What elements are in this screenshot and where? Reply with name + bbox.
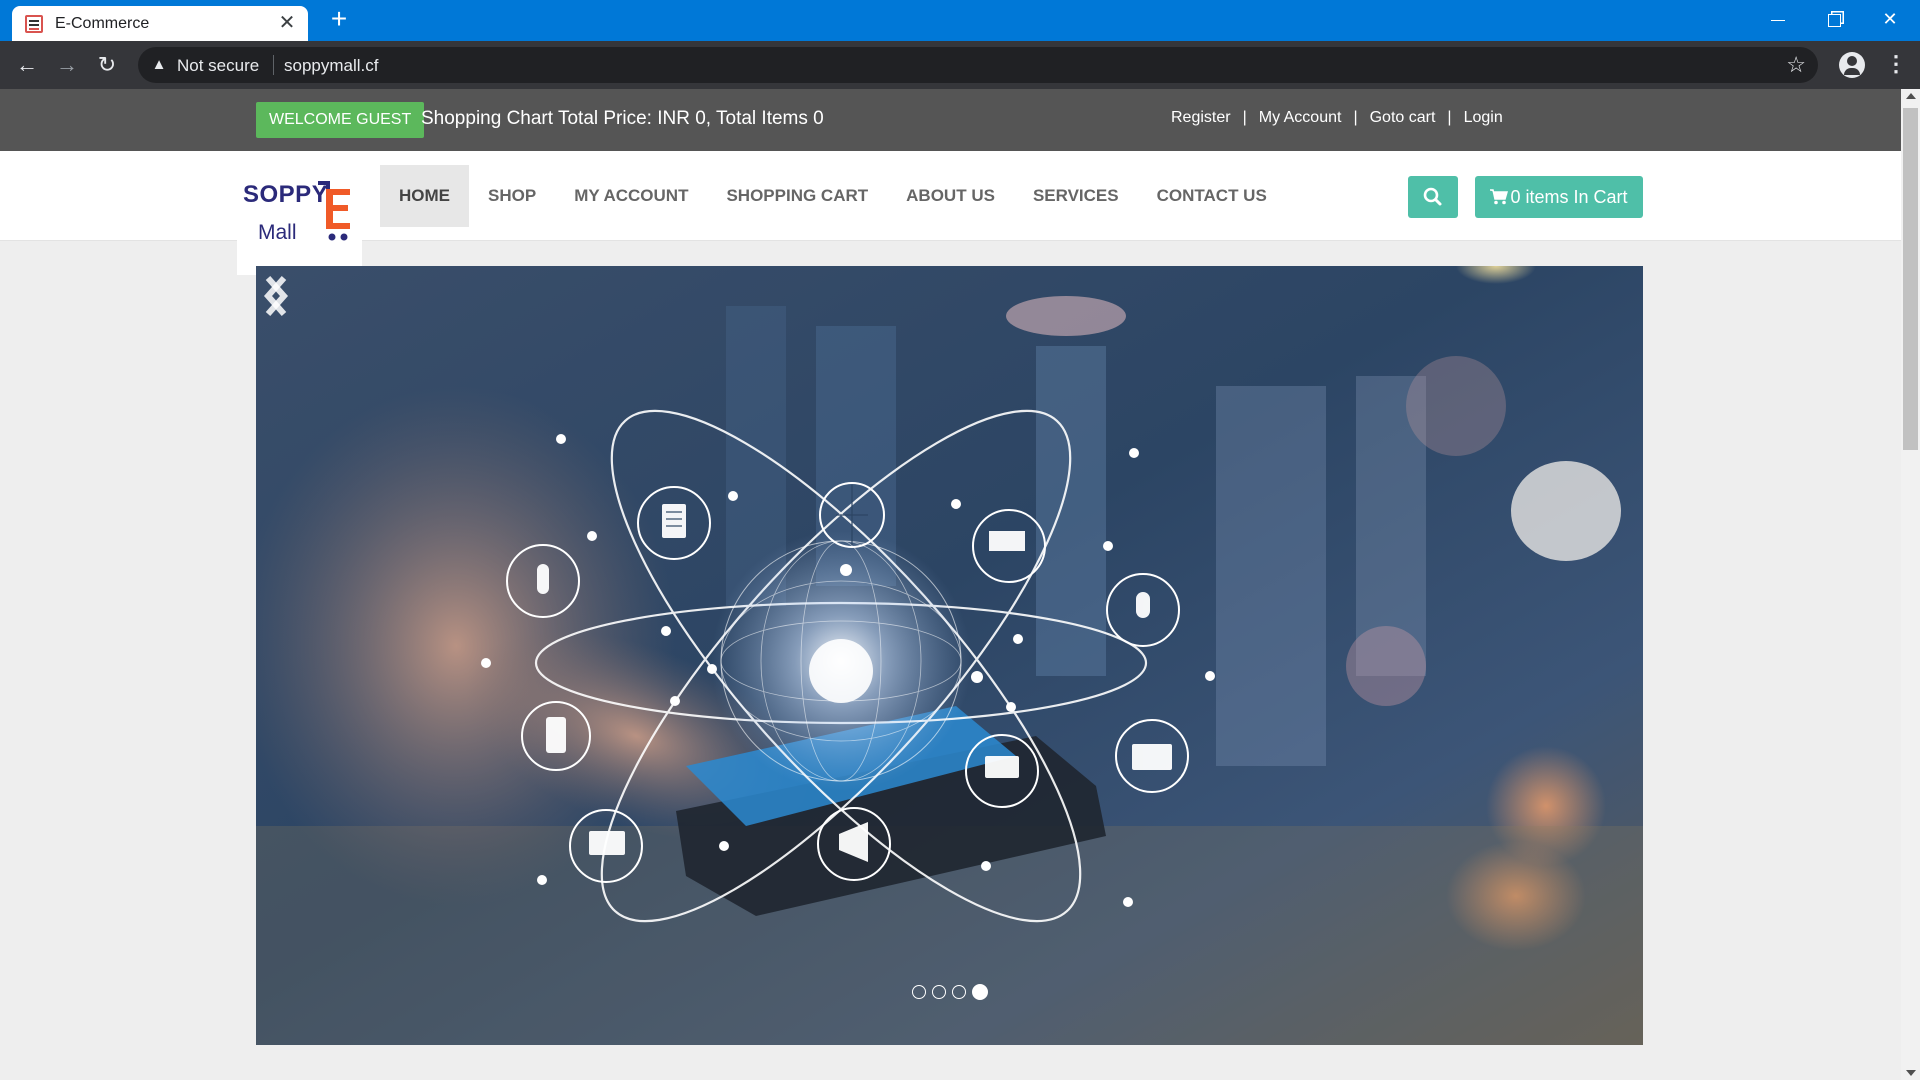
nav-about-us[interactable]: ABOUT US — [887, 165, 1014, 227]
window-close-button[interactable]: ✕ — [1862, 0, 1918, 40]
star-icon[interactable]: ☆ — [1786, 53, 1806, 77]
scroll-up-arrow-icon[interactable] — [1906, 93, 1916, 99]
my-account-link[interactable]: My Account — [1259, 109, 1342, 126]
plus-icon[interactable]: + — [325, 5, 353, 34]
cart-icon — [1490, 189, 1509, 205]
carousel-indicator-4[interactable] — [972, 984, 988, 1000]
cart-button-label: 0 items In Cart — [1510, 187, 1628, 207]
address-bar[interactable]: ▲ Not secure soppymall.cf ☆ — [138, 47, 1818, 83]
main-menu: HOME SHOP MY ACCOUNT SHOPPING CART ABOUT… — [380, 165, 1286, 227]
page-scrollbar[interactable] — [1901, 89, 1920, 1080]
search-icon — [1423, 187, 1442, 206]
link-separator: | — [1447, 109, 1452, 126]
browser-tab[interactable]: E-Commerce ✕ — [12, 6, 308, 41]
logo-text-soppy: SOPPY — [243, 181, 329, 208]
restore-button[interactable] — [1806, 0, 1862, 40]
tab-title: E-Commerce — [55, 15, 150, 32]
favicon-icon — [25, 15, 43, 33]
carousel-indicator-1[interactable] — [912, 985, 926, 999]
warning-icon[interactable]: ▲ — [150, 56, 168, 74]
login-link[interactable]: Login — [1464, 109, 1503, 126]
page-viewport: WELCOME GUEST Shopping Chart Total Price… — [0, 89, 1901, 1080]
logo-cart-e-icon — [318, 181, 350, 241]
reload-icon[interactable]: ↻ — [91, 49, 123, 81]
browser-tab-strip: E-Commerce ✕ + ✕ — [0, 0, 1920, 41]
top-links: Register | My Account | Goto cart | Login — [1171, 109, 1503, 127]
scroll-down-arrow-icon[interactable] — [1906, 1070, 1916, 1076]
goto-cart-link[interactable]: Goto cart — [1370, 109, 1436, 126]
carousel-indicator-2[interactable] — [932, 985, 946, 999]
top-info-bar: WELCOME GUEST Shopping Chart Total Price… — [0, 89, 1901, 151]
browser-toolbar: ← → ↻ ▲ Not secure soppymall.cf ☆ — [0, 41, 1920, 89]
site-logo[interactable]: SOPPY Mall — [237, 175, 362, 275]
security-label[interactable]: Not secure — [177, 56, 259, 76]
back-icon[interactable]: ← — [11, 49, 43, 81]
nav-shopping-cart[interactable]: SHOPPING CART — [707, 165, 887, 227]
carousel-indicator-3[interactable] — [952, 985, 966, 999]
register-link[interactable]: Register — [1171, 109, 1231, 126]
welcome-badge: WELCOME GUEST — [256, 102, 425, 138]
cart-summary-text: Shopping Chart Total Price: INR 0, Total… — [421, 108, 824, 129]
carousel-indicators — [912, 984, 988, 1000]
profile-icon[interactable] — [1839, 52, 1865, 78]
hero-carousel[interactable] — [256, 266, 1643, 1045]
omnibox-divider — [273, 55, 274, 75]
logo-text-mall: Mall — [258, 221, 297, 244]
nav-home[interactable]: HOME — [380, 165, 469, 227]
hero-slide-image — [256, 266, 1643, 1045]
nav-shop[interactable]: SHOP — [469, 165, 555, 227]
minimize-button[interactable] — [1750, 0, 1806, 40]
close-icon[interactable]: ✕ — [276, 12, 298, 34]
nav-my-account[interactable]: MY ACCOUNT — [555, 165, 707, 227]
scroll-thumb[interactable] — [1903, 108, 1918, 450]
nav-contact-us[interactable]: CONTACT US — [1138, 165, 1286, 227]
nav-services[interactable]: SERVICES — [1014, 165, 1138, 227]
carousel-next-arrow-icon[interactable] — [256, 266, 296, 326]
cart-button[interactable]: 0 items In Cart — [1475, 176, 1643, 218]
search-button[interactable] — [1408, 176, 1458, 218]
link-separator: | — [1353, 109, 1358, 126]
menu-icon[interactable]: ⋮ — [1884, 53, 1908, 77]
link-separator: | — [1242, 109, 1247, 126]
forward-icon[interactable]: → — [51, 49, 83, 81]
url-text[interactable]: soppymall.cf — [284, 56, 378, 76]
